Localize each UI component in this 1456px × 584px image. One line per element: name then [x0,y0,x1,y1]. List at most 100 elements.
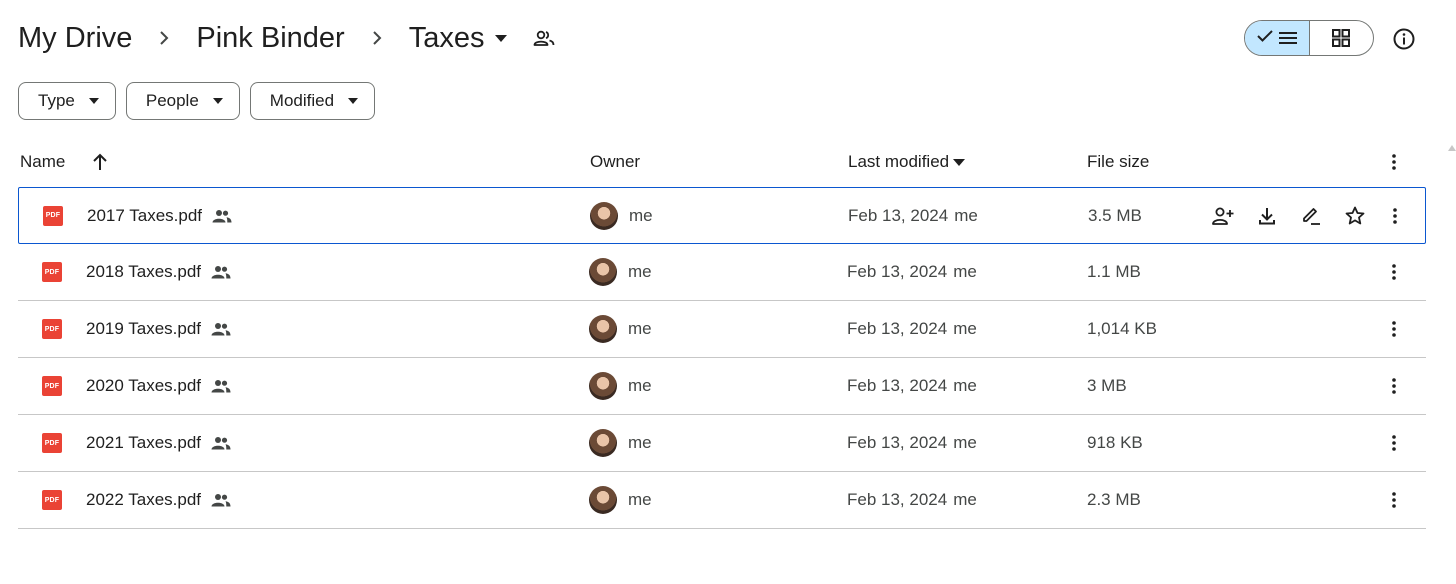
owner: me [628,319,652,338]
file-name-cell: 2020 Taxes.pdf [86,358,231,414]
list-view-button[interactable] [1245,21,1310,55]
modified-date: Feb 13, 2024 [847,490,948,509]
check-icon [1257,29,1273,47]
file-name[interactable]: 2020 Taxes.pdf [86,376,201,396]
avatar [589,315,617,343]
more-vert-icon[interactable] [1384,145,1404,179]
table-row[interactable]: PDF 2017 Taxes.pdf me Feb 13, 2024 me 3.5 MB [18,187,1426,244]
pdf-file-icon: PDF [42,472,62,528]
owner-avatar [589,301,617,357]
owner: me [628,376,652,395]
row-more-actions[interactable] [1384,301,1404,357]
pdf-file-icon: PDF [42,301,62,357]
file-name[interactable]: 2017 Taxes.pdf [87,206,202,226]
more-vert-icon [1384,431,1404,455]
column-header-file-size[interactable]: File size [1087,145,1149,179]
file-name-cell: 2018 Taxes.pdf [86,244,231,300]
sort-ascending-icon[interactable] [92,145,108,179]
table-row[interactable]: PDF 2020 Taxes.pdf me Feb 13, 2024 me 3 MB [18,358,1426,415]
table-row[interactable]: PDF 2018 Taxes.pdf me Feb 13, 2024 me 1.1 MB [18,244,1426,301]
breadcrumb-my-drive[interactable]: My Drive [18,22,132,55]
breadcrumb-current-folder[interactable]: Taxes [409,22,513,55]
download-icon[interactable] [1255,204,1279,228]
last-modified-cell: Feb 13, 2024 me [847,415,977,471]
row-more-actions[interactable] [1384,244,1404,300]
breadcrumb: My Drive Pink Binder Taxes [18,16,556,60]
share-icon[interactable] [1211,204,1235,228]
row-quick-actions [1211,188,1387,243]
caret-down-icon [953,158,966,166]
shared-icon [211,436,231,450]
table-row[interactable]: PDF 2022 Taxes.pdf me Feb 13, 2024 me 2.3 MB [18,472,1426,529]
scroll-up-arrow-icon[interactable] [1448,138,1456,151]
pdf-badge: PDF [42,490,62,510]
column-header-label: Last modified [848,152,950,171]
file-size: 1.1 MB [1087,262,1141,281]
people-filter-chip[interactable]: People [125,82,240,120]
file-size: 3 MB [1087,376,1127,395]
last-modified-cell: Feb 13, 2024 me [848,188,978,243]
shared-icon [211,379,231,393]
file-name[interactable]: 2021 Taxes.pdf [86,433,201,453]
shared-folder-icon[interactable] [532,26,556,50]
avatar [589,258,617,286]
breadcrumb-pink-binder[interactable]: Pink Binder [196,22,344,55]
last-modified-cell: Feb 13, 2024 me [847,358,977,414]
info-icon[interactable] [1392,27,1416,51]
file-name-cell: 2021 Taxes.pdf [86,415,231,471]
column-header-owner[interactable]: Owner [590,145,640,179]
file-size: 3.5 MB [1088,205,1142,225]
view-toggle [1244,20,1374,56]
pdf-badge: PDF [43,205,63,226]
modified-date: Feb 13, 2024 [847,376,948,395]
file-name[interactable]: 2022 Taxes.pdf [86,490,201,510]
breadcrumb-taxes: Taxes [408,21,485,54]
avatar [590,201,618,230]
column-header-last-modified[interactable]: Last modified [848,145,966,179]
row-more-actions[interactable] [1384,472,1404,528]
grid-view-button[interactable] [1310,21,1374,55]
row-more-actions[interactable] [1384,358,1404,414]
list-icon [1278,31,1297,45]
modified-by: me [953,376,977,395]
pdf-badge: PDF [42,319,62,339]
caret-down-icon [88,98,99,104]
owner-avatar [589,415,617,471]
more-vert-icon [1384,374,1404,398]
modified-date: Feb 13, 2024 [847,319,948,338]
pdf-file-icon: PDF [42,358,62,414]
owner-avatar [589,472,617,528]
modified-filter-chip[interactable]: Modified [249,82,376,120]
file-name-cell: 2022 Taxes.pdf [86,472,231,528]
row-more-actions[interactable] [1384,415,1404,471]
more-vert-icon [1384,260,1404,284]
modified-date: Feb 13, 2024 [848,205,949,225]
row-more-actions[interactable] [1385,188,1405,243]
table-row[interactable]: PDF 2021 Taxes.pdf me Feb 13, 2024 me 918 KB [18,415,1426,472]
caret-down-icon [348,98,359,104]
shared-icon [211,265,231,279]
modified-by: me [953,319,977,338]
modified-by: me [954,205,978,225]
pdf-file-icon: PDF [42,244,62,300]
pdf-file-icon: PDF [43,188,63,243]
last-modified-cell: Feb 13, 2024 me [847,244,977,300]
owner: me [628,433,652,452]
shared-icon [212,209,232,223]
owner-avatar [589,358,617,414]
shared-icon [211,322,231,336]
file-name[interactable]: 2018 Taxes.pdf [86,262,201,282]
modified-date: Feb 13, 2024 [847,262,948,281]
star-icon[interactable] [1343,204,1367,228]
more-vert-icon [1384,317,1404,341]
pdf-file-icon: PDF [42,415,62,471]
pdf-badge: PDF [42,433,62,453]
column-header-name[interactable]: Name [20,145,65,179]
file-name[interactable]: 2019 Taxes.pdf [86,319,201,339]
rename-icon[interactable] [1299,204,1323,228]
avatar [589,372,617,400]
filter-chips: Type People Modified [18,82,385,120]
table-row[interactable]: PDF 2019 Taxes.pdf me Feb 13, 2024 me 1,014 K… [18,301,1426,358]
pdf-badge: PDF [42,262,62,282]
type-filter-chip[interactable]: Type [18,82,116,120]
